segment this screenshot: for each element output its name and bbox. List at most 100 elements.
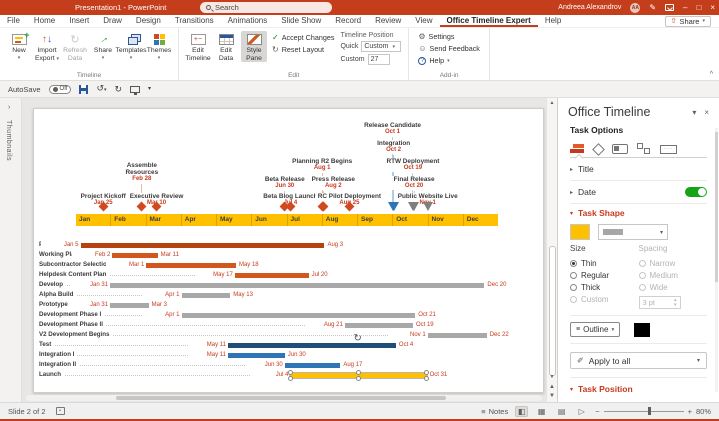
- milestone-label[interactable]: Release Candidate Oct 1: [362, 122, 423, 136]
- themes-button[interactable]: Themes ▾: [146, 31, 172, 61]
- tab-transitions[interactable]: Transitions: [168, 15, 221, 27]
- tab-task-bars-icon[interactable]: [570, 143, 585, 155]
- tab-record[interactable]: Record: [328, 15, 368, 27]
- ribbon-display-options-icon[interactable]: [665, 4, 675, 11]
- avatar[interactable]: AA: [630, 2, 641, 13]
- task-bar-integration-i[interactable]: [228, 353, 285, 358]
- task-label[interactable]: Integration I: [39, 351, 78, 359]
- zoom-slider-thumb[interactable]: [647, 407, 651, 415]
- style-pane-button[interactable]: Style Pane: [241, 31, 267, 62]
- task-bar-test[interactable]: [228, 343, 396, 348]
- pane-close-icon[interactable]: ×: [704, 108, 709, 117]
- view-reading-icon[interactable]: ▤: [555, 406, 568, 417]
- task-label[interactable]: Helpdesk Content Plan: [39, 271, 110, 279]
- task-bar-integration-ii[interactable]: [284, 363, 341, 368]
- tab-office-timeline-expert[interactable]: Office Timeline Expert: [440, 15, 538, 27]
- task-bar-subcontractor-selection[interactable]: [146, 263, 236, 268]
- task-label[interactable]: V2 Development Begins: [39, 331, 113, 339]
- tab-task-milestone-icon[interactable]: [612, 144, 628, 154]
- task-label[interactable]: Integration II: [39, 361, 80, 369]
- section-task-position[interactable]: ▾ Task Position: [570, 377, 707, 395]
- tab-view[interactable]: View: [408, 15, 439, 27]
- tab-design[interactable]: Design: [129, 15, 168, 27]
- milestone-label[interactable]: Press Release Aug 2: [309, 176, 357, 190]
- task-label[interactable]: Development Phase I: [39, 311, 105, 319]
- month-band[interactable]: Jan Feb Mar Apr May Jun Jul Aug Sep Oct Nov Dec: [76, 214, 498, 226]
- task-bar-helpdesk-content-plan[interactable]: [234, 273, 309, 278]
- milestone-label[interactable]: Beta Release Jun 30: [262, 176, 307, 190]
- tab-draw[interactable]: Draw: [96, 15, 129, 27]
- accessibility-icon[interactable]: •: [55, 407, 65, 415]
- apply-to-all-dropdown[interactable]: ✐ Apply to all ▾: [570, 352, 707, 369]
- section-date[interactable]: ▸ Date: [570, 181, 707, 204]
- task-bar-prototype[interactable]: [110, 303, 149, 308]
- milestone-label[interactable]: Integration Oct 2: [375, 140, 413, 154]
- shape-style-select[interactable]: ▾: [598, 224, 668, 240]
- undo-icon[interactable]: ↺▾: [96, 83, 106, 95]
- share-button[interactable]: ⇧ Share ▾: [664, 15, 711, 27]
- milestone-label[interactable]: Planning R2 Begins Aug 1: [290, 158, 355, 172]
- task-label[interactable]: Alpha Build: [39, 291, 77, 299]
- task-label[interactable]: Prototype: [39, 301, 71, 309]
- tab-file[interactable]: File: [0, 15, 27, 27]
- custom-position-input[interactable]: 27: [367, 54, 390, 65]
- tab-milestone-icon[interactable]: [592, 142, 605, 156]
- section-title[interactable]: ▸ Title: [570, 158, 707, 181]
- tab-insert[interactable]: Insert: [62, 15, 96, 27]
- reset-layout-button[interactable]: ↻ Reset Layout: [272, 45, 334, 54]
- zoom-slider[interactable]: [603, 407, 684, 415]
- task-bar-alpha-build[interactable]: [181, 293, 231, 298]
- selection-handle[interactable]: [287, 370, 293, 375]
- milestone-marker-triangle[interactable]: [422, 202, 433, 211]
- tab-elapsed-time-icon[interactable]: ···: [660, 144, 677, 154]
- zoom-level[interactable]: 80%: [696, 407, 711, 416]
- date-toggle-on[interactable]: [685, 187, 707, 197]
- task-bar-plan[interactable]: [80, 243, 325, 248]
- task-label[interactable]: Development Phase II: [39, 321, 106, 329]
- horizontal-scrollbar[interactable]: [26, 395, 542, 401]
- pane-scrollbar[interactable]: [715, 128, 718, 392]
- task-bar-develop[interactable]: [110, 283, 485, 288]
- task-label[interactable]: Launch: [39, 371, 65, 379]
- search-box[interactable]: Search: [200, 2, 332, 13]
- slideshow-from-start-icon[interactable]: [130, 85, 141, 95]
- view-slideshow-icon[interactable]: ▷: [575, 406, 588, 417]
- minimize-button[interactable]: –: [683, 0, 687, 15]
- edit-data-button[interactable]: Edit Data: [213, 31, 239, 62]
- task-bar-v2-development-begins[interactable]: [427, 333, 487, 338]
- thumbnails-rail[interactable]: › Thumbnails: [0, 98, 22, 402]
- send-feedback-button[interactable]: ☺ Send Feedback: [418, 44, 480, 53]
- scrollbar-thumb[interactable]: [549, 246, 556, 376]
- rotate-handle[interactable]: ↻: [353, 334, 361, 344]
- task-label[interactable]: Develop: [39, 281, 67, 289]
- tab-sub-items-icon[interactable]: [637, 143, 651, 155]
- scroll-up-icon[interactable]: ▲: [547, 100, 557, 106]
- milestone-label[interactable]: RTW Deployment Oct 19: [384, 158, 442, 172]
- view-slide-sorter-icon[interactable]: ▦: [535, 406, 548, 417]
- previous-slide-icon[interactable]: ▲: [547, 384, 557, 390]
- tab-slide-show[interactable]: Slide Show: [274, 15, 328, 27]
- pane-options-chevron-icon[interactable]: ▾: [692, 108, 696, 117]
- settings-button[interactable]: ⚙ Settings: [418, 32, 480, 41]
- task-bar-development-phase-ii[interactable]: [344, 323, 413, 328]
- outline-color-swatch[interactable]: [634, 322, 651, 337]
- next-slide-icon[interactable]: ▼: [547, 393, 557, 399]
- help-button[interactable]: ? Help ▾: [418, 56, 480, 65]
- selection-handle[interactable]: [355, 376, 361, 381]
- maximize-button[interactable]: □: [696, 0, 701, 15]
- size-option-thick[interactable]: Thick: [570, 281, 639, 293]
- milestone-marker-triangle[interactable]: [388, 202, 399, 211]
- size-option-thin[interactable]: Thin: [570, 257, 639, 269]
- milestone-marker-triangle[interactable]: [409, 202, 420, 211]
- qat-overflow-icon[interactable]: ▾: [148, 84, 151, 94]
- editing-mode-icon[interactable]: ✎: [649, 0, 656, 15]
- tab-home[interactable]: Home: [27, 15, 62, 27]
- share-timeline-button[interactable]: → Share ▾: [90, 31, 116, 61]
- task-label[interactable]: Subcontractor Selection: [39, 261, 114, 269]
- edit-timeline-button[interactable]: +− Edit Timeline: [185, 31, 211, 62]
- tab-review[interactable]: Review: [368, 15, 408, 27]
- save-icon[interactable]: [79, 84, 89, 94]
- scroll-down-icon[interactable]: ▼: [547, 374, 557, 380]
- vertical-scrollbar[interactable]: ▲ ▼ ▲ ▼: [546, 98, 557, 402]
- new-button[interactable]: + New ▾: [6, 30, 32, 61]
